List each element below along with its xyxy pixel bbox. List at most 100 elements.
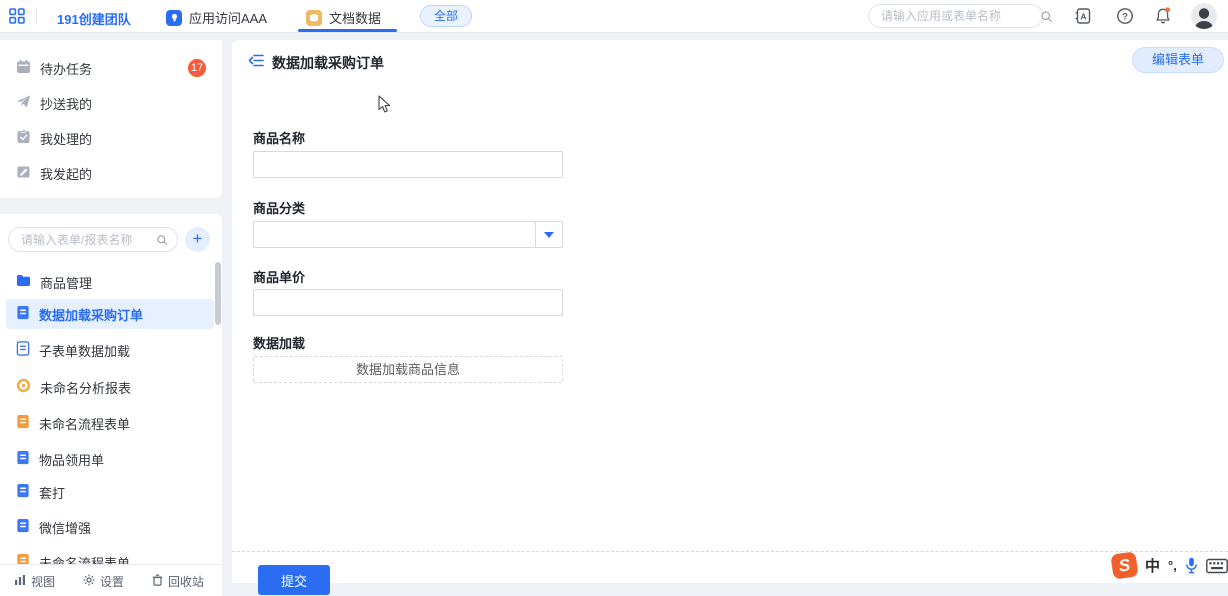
divider	[36, 8, 37, 24]
sogou-logo-icon[interactable]: S	[1110, 551, 1138, 579]
filter-all-pill[interactable]: 全部	[420, 5, 472, 27]
sidebar-item-label: 微信增强	[39, 518, 91, 537]
sidebar-item-label: 未命名流程表单	[39, 414, 130, 433]
avatar[interactable]	[1191, 3, 1217, 29]
sidebar-item-cc-to-me[interactable]: 抄送我的	[0, 86, 222, 120]
footer-label: 回收站	[168, 573, 204, 590]
search-icon	[1040, 10, 1062, 23]
sidebar-item-label: 商品管理	[40, 273, 92, 292]
footer-views-button[interactable]: 视图	[14, 573, 55, 590]
form-doc-icon	[16, 341, 30, 359]
sidebar-item-handled-by-me[interactable]: 我处理的	[0, 121, 222, 155]
form-doc-icon	[16, 414, 30, 432]
sidebar-footer: 视图 设置 回收站	[0, 564, 222, 596]
product-category-select[interactable]	[253, 221, 536, 248]
field-label-product-name: 商品名称	[253, 128, 305, 147]
tab-label: 文档数据	[329, 8, 381, 27]
gear-icon	[83, 574, 95, 589]
sidebar-item-form[interactable]: 微信增强	[0, 510, 222, 544]
sidebar-item-label: 套打	[39, 483, 65, 502]
product-price-input[interactable]	[254, 290, 562, 315]
main-content: 数据加载采购订单 编辑表单 商品名称 商品分类 商品单价 数据加载 数据加载商品…	[232, 40, 1228, 583]
app-launcher-icon[interactable]	[9, 8, 25, 27]
sidebar-item-label: 数据加载采购订单	[39, 305, 143, 324]
footer-label: 设置	[100, 573, 124, 590]
sidebar-task-panel: 待办任务 17 抄送我的 我处理的 我发起的	[0, 40, 222, 198]
active-tab-underline	[298, 29, 397, 32]
product-name-field	[253, 151, 563, 178]
svg-text:A: A	[1080, 12, 1086, 22]
product-price-field	[253, 289, 563, 316]
sidebar-item-todo-tasks[interactable]: 待办任务 17	[0, 51, 222, 85]
todo-count-badge: 17	[188, 59, 206, 77]
bar-chart-icon	[14, 574, 26, 589]
sidebar-item-form[interactable]: 物品领用单	[0, 442, 222, 476]
sidebar-item-report[interactable]: 未命名分析报表	[0, 370, 222, 404]
footer-label: 视图	[31, 573, 55, 590]
sidebar-item-form[interactable]: 套打	[0, 475, 222, 509]
microphone-icon[interactable]	[1185, 557, 1198, 574]
edit-note-icon	[16, 164, 31, 182]
footer-recycle-bin-button[interactable]: 回收站	[152, 573, 204, 590]
report-chart-icon	[16, 378, 31, 396]
sidebar-item-label: 抄送我的	[40, 94, 92, 113]
tab-app-access[interactable]: 应用访问AAA	[166, 8, 267, 27]
calendar-icon	[16, 59, 31, 77]
folder-icon	[16, 274, 31, 290]
sidebar-form-panel: + 商品管理 数据加载采购订单 子表单数据加载 未命名分析报表 未命名流程表单 …	[0, 214, 222, 583]
sidebar-item-form-selected[interactable]: 数据加载采购订单	[6, 299, 214, 329]
tab-label: 应用访问AAA	[189, 8, 267, 27]
ime-language-toggle[interactable]: 中	[1145, 555, 1160, 576]
form-search-input[interactable]	[9, 233, 156, 247]
sidebar-item-label: 子表单数据加载	[39, 341, 130, 360]
footer-settings-button[interactable]: 设置	[83, 573, 124, 590]
app-icon-yellow	[306, 10, 322, 26]
data-load-product-info-button[interactable]: 数据加载商品信息	[253, 356, 563, 383]
submit-button[interactable]: 提交	[258, 565, 330, 595]
trash-icon	[152, 574, 163, 589]
bottom-divider	[232, 551, 1228, 552]
back-collapse-icon[interactable]	[248, 52, 265, 69]
form-doc-icon	[16, 305, 30, 323]
dropdown-button[interactable]	[536, 221, 563, 248]
sidebar-item-label: 物品领用单	[39, 450, 104, 469]
page-title: 数据加载采购订单	[272, 53, 384, 73]
add-form-button[interactable]: +	[185, 227, 210, 252]
sidebar-item-group[interactable]: 商品管理	[0, 265, 222, 299]
sidebar-item-label: 我发起的	[40, 164, 92, 183]
form-doc-icon	[16, 450, 30, 468]
form-doc-icon	[16, 483, 30, 501]
sidebar-item-label: 未命名分析报表	[40, 378, 131, 397]
form-search	[8, 227, 178, 252]
contacts-icon[interactable]: A	[1074, 7, 1092, 25]
sidebar-scrollbar-thumb[interactable]	[215, 262, 221, 325]
ime-toolbar: S 中 °,	[1112, 553, 1228, 578]
global-search-input[interactable]	[869, 9, 1040, 23]
product-name-input[interactable]	[254, 152, 562, 177]
sidebar-item-label: 我处理的	[40, 129, 92, 148]
search-icon	[156, 234, 177, 246]
clipboard-check-icon	[16, 129, 31, 147]
sidebar-item-initiated-by-me[interactable]: 我发起的	[0, 156, 222, 190]
edit-form-button[interactable]: 编辑表单	[1132, 47, 1224, 73]
product-category-field	[253, 221, 563, 248]
svg-text:?: ?	[1122, 12, 1128, 23]
app-icon-blue	[166, 10, 182, 26]
field-label-product-category: 商品分类	[253, 198, 305, 217]
notification-bell-icon[interactable]	[1154, 7, 1172, 25]
top-bar: 191创建团队 应用访问AAA 文档数据 全部 A ?	[0, 0, 1228, 33]
keyboard-icon[interactable]	[1206, 558, 1228, 574]
field-label-data-load: 数据加载	[253, 333, 305, 352]
help-icon[interactable]: ?	[1116, 7, 1134, 25]
sidebar-item-label: 待办任务	[40, 59, 92, 78]
paper-plane-icon	[16, 94, 31, 112]
global-search	[868, 4, 1043, 28]
tab-doc-data[interactable]: 文档数据	[306, 8, 381, 27]
sidebar-item-form[interactable]: 子表单数据加载	[0, 333, 222, 367]
ime-punctuation-toggle[interactable]: °,	[1168, 558, 1177, 573]
form-doc-icon	[16, 518, 30, 536]
sidebar-item-form[interactable]: 未命名流程表单	[0, 406, 222, 440]
field-label-product-price: 商品单价	[253, 267, 305, 286]
team-name[interactable]: 191创建团队	[57, 9, 131, 28]
chevron-down-icon	[544, 232, 554, 238]
